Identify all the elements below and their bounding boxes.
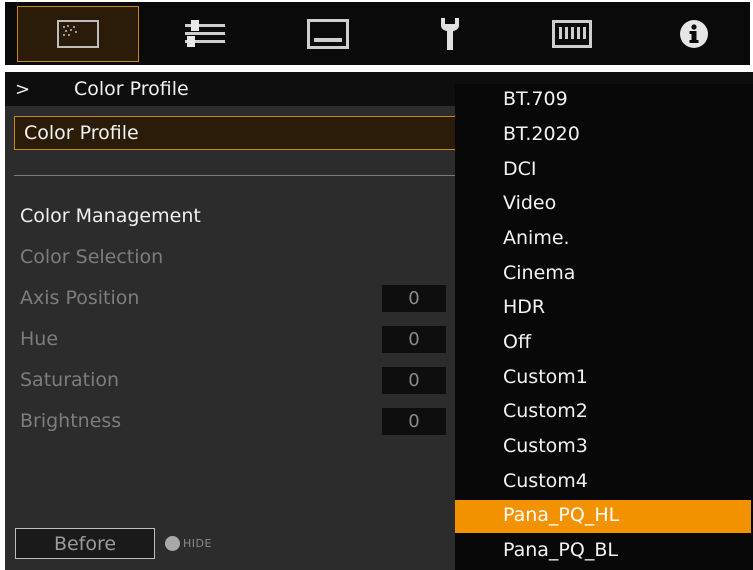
option-label: Anime. — [503, 227, 570, 249]
hue-value[interactable]: 0 — [382, 326, 446, 353]
tab-position[interactable] — [144, 6, 266, 62]
menu-tab-bar — [5, 2, 750, 65]
option-label: BT.2020 — [503, 123, 580, 145]
saturation-label: Saturation — [20, 369, 120, 391]
axis-position-value[interactable]: 0 — [382, 285, 446, 312]
option-pana-pq-hl[interactable]: Pana_PQ_HL — [455, 500, 751, 533]
option-custom2[interactable]: Custom2 — [455, 396, 751, 429]
toggle-knob-icon — [165, 536, 180, 551]
tab-setup[interactable] — [389, 6, 511, 62]
axis-position-label: Axis Position — [20, 287, 140, 309]
option-anime[interactable]: Anime. — [455, 223, 751, 256]
option-custom4[interactable]: Custom4 — [455, 466, 751, 499]
tab-information[interactable] — [633, 6, 753, 62]
color-profile-row[interactable]: Color Profile — [14, 116, 474, 150]
option-label: Video — [503, 192, 557, 214]
checkmark-icon — [467, 510, 491, 527]
option-label: Custom1 — [503, 366, 588, 388]
option-video[interactable]: Video — [455, 188, 751, 221]
option-hdr[interactable]: HDR — [455, 292, 751, 325]
tab-display[interactable] — [267, 6, 389, 62]
color-profile-label: Color Profile — [24, 122, 139, 144]
option-label: BT.709 — [503, 88, 568, 110]
color-selection-item[interactable]: Color Selection — [20, 246, 163, 268]
page-title: Color Profile — [74, 78, 189, 100]
option-custom1[interactable]: Custom1 — [455, 362, 751, 395]
hide-label: HIDE — [183, 537, 212, 550]
option-label: HDR — [503, 296, 546, 318]
option-cinema[interactable]: Cinema — [455, 258, 751, 291]
hide-toggle[interactable]: HIDE — [165, 536, 212, 551]
wrench-icon — [441, 18, 459, 50]
breadcrumb-arrow-icon: > — [15, 79, 31, 100]
tab-network[interactable] — [511, 6, 633, 62]
before-button[interactable]: Before — [15, 528, 155, 559]
option-pana-pq-bl[interactable]: Pana_PQ_BL — [455, 535, 751, 568]
option-label: Pana_PQ_HL — [503, 504, 620, 526]
option-custom3[interactable]: Custom3 — [455, 431, 751, 464]
option-label: Pana_PQ_BL — [503, 539, 618, 561]
color-profile-dropdown: BT.709 BT.2020 DCI Video Anime. Cinema H… — [455, 84, 753, 570]
option-label: Custom4 — [503, 470, 588, 492]
brightness-value[interactable]: 0 — [382, 408, 446, 435]
option-dci[interactable]: DCI — [455, 154, 751, 187]
tab-picture[interactable] — [17, 6, 139, 62]
saturation-value[interactable]: 0 — [382, 367, 446, 394]
network-icon — [552, 20, 592, 48]
hue-label: Hue — [20, 328, 59, 350]
option-bt2020[interactable]: BT.2020 — [455, 119, 751, 152]
display-icon — [307, 19, 349, 49]
option-bt709[interactable]: BT.709 — [455, 84, 751, 117]
brightness-label: Brightness — [20, 410, 122, 432]
sliders-icon — [185, 20, 225, 47]
option-off[interactable]: Off — [455, 327, 751, 360]
picture-icon — [57, 20, 99, 48]
info-icon — [680, 20, 708, 48]
color-management-item[interactable]: Color Management — [20, 205, 201, 227]
option-label: Off — [503, 331, 532, 353]
option-label: Custom2 — [503, 400, 588, 422]
option-label: Custom3 — [503, 435, 588, 457]
option-label: DCI — [503, 158, 537, 180]
divider — [14, 175, 474, 176]
option-label: Cinema — [503, 262, 576, 284]
